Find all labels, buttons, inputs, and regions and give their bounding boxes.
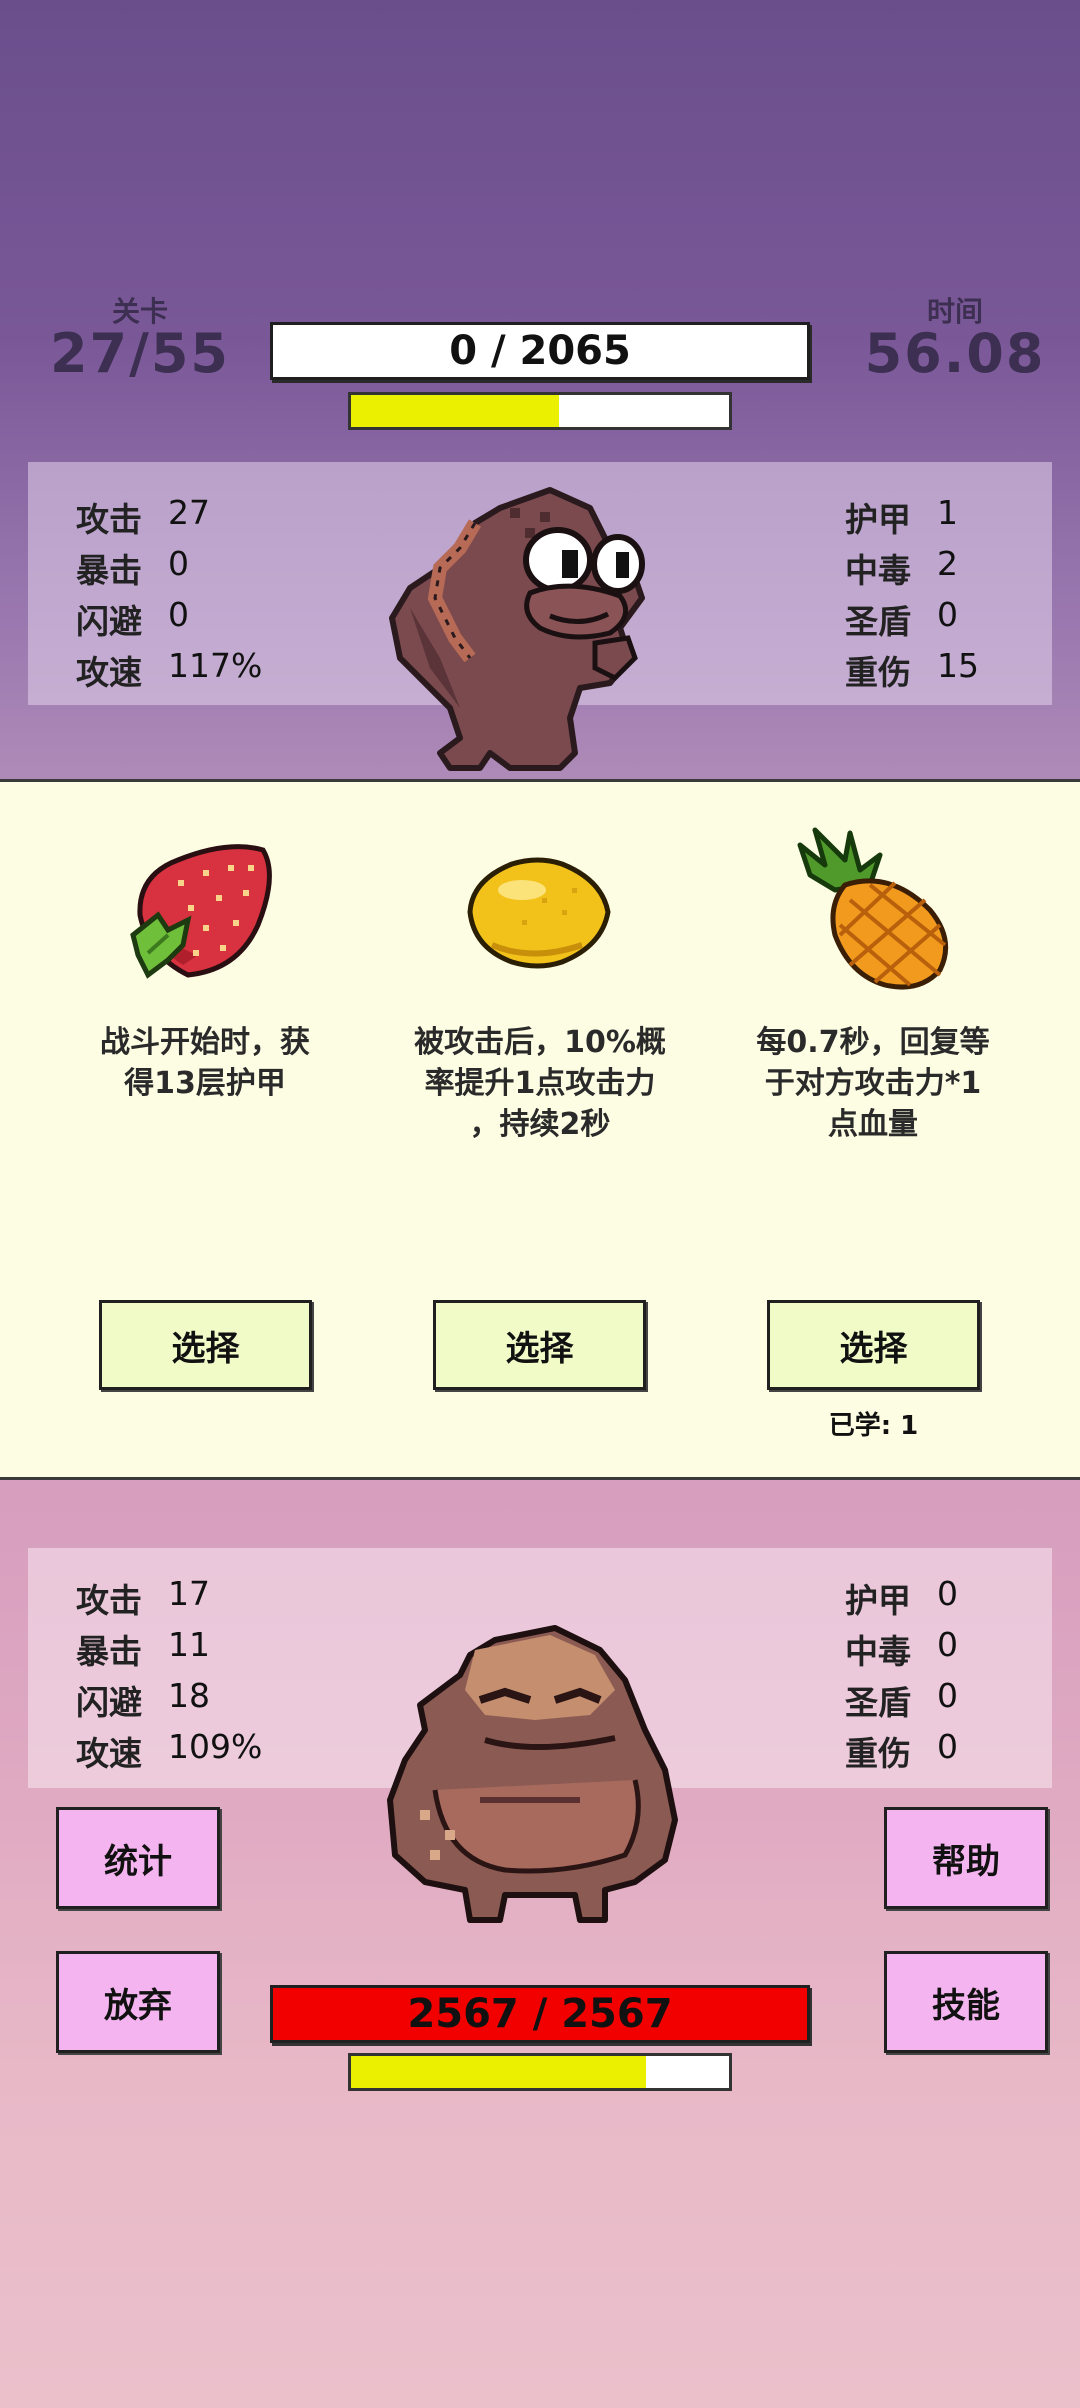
stat-value: 0 — [937, 1727, 958, 1766]
player-stat-speed: 攻速 109% — [76, 1727, 262, 1775]
player-stat-armor: 护甲 0 — [845, 1574, 958, 1622]
lemon-icon — [467, 857, 611, 969]
desc-line: ，持续2秒 — [469, 1107, 611, 1142]
enemy-stat-crit: 暴击 0 — [76, 544, 189, 592]
enemy-stat-speed: 攻速 117% — [76, 646, 262, 694]
pineapple-icon — [797, 827, 949, 990]
stat-label: 重伤 — [845, 653, 911, 692]
stat-value: 0 — [168, 544, 189, 583]
stat-label: 攻速 — [76, 1734, 142, 1773]
desc-line: 每0.7秒，回复等 — [756, 1025, 990, 1060]
enemy-stat-wound: 重伤 15 — [845, 646, 979, 694]
stat-label: 攻击 — [76, 500, 142, 539]
card-3-learned-count: 已学: 1 — [828, 1411, 919, 1441]
stat-value: 1 — [937, 493, 958, 532]
stat-value: 0 — [937, 595, 958, 634]
desc-line: 点血量 — [828, 1107, 918, 1142]
enemy-stat-poison: 中毒 2 — [845, 544, 958, 592]
level-value: 27/55 — [49, 322, 230, 385]
select-card-3-button[interactable]: 选择 — [767, 1300, 980, 1390]
player-stat-shield: 圣盾 0 — [845, 1676, 958, 1724]
stat-label: 暴击 — [76, 1632, 142, 1671]
stat-label: 攻速 — [76, 653, 142, 692]
player-stat-wound: 重伤 0 — [845, 1727, 958, 1775]
card-3-description: 每0.7秒，回复等 于对方攻击力*1 点血量 — [728, 1022, 1018, 1145]
stat-value: 117% — [168, 646, 263, 685]
enemy-stat-attack: 攻击 27 — [76, 493, 210, 541]
time-value: 56.08 — [864, 322, 1046, 385]
player-hp-bar: 2567 / 2567 — [270, 1985, 810, 2043]
desc-line: 率提升1点攻击力 — [424, 1066, 656, 1101]
stat-label: 重伤 — [845, 1734, 911, 1773]
stat-label: 攻击 — [76, 1581, 142, 1620]
desc-line: 得13层护甲 — [124, 1066, 286, 1101]
enemy-attack-timer-bar — [348, 392, 732, 430]
enemy-attack-timer-fill — [351, 395, 559, 427]
stats-button[interactable]: 统计 — [56, 1807, 220, 1909]
enemy-stat-dodge: 闪避 0 — [76, 595, 189, 643]
desc-line: 于对方攻击力*1 — [764, 1066, 982, 1101]
card-2-description: 被攻击后，10%概 率提升1点攻击力 ，持续2秒 — [395, 1022, 685, 1145]
enemy-stat-shield: 圣盾 0 — [845, 595, 958, 643]
stat-label: 闪避 — [76, 602, 142, 641]
strawberry-icon — [130, 844, 272, 979]
stat-value: 109% — [168, 1727, 263, 1766]
stat-label: 圣盾 — [845, 602, 911, 641]
select-card-2-button[interactable]: 选择 — [433, 1300, 646, 1390]
stat-value: 0 — [937, 1625, 958, 1664]
stat-value: 2 — [937, 544, 958, 583]
player-hp-text: 2567 / 2567 — [407, 1991, 673, 2037]
desc-line: 被攻击后，10%概 — [414, 1025, 666, 1060]
select-card-1-button[interactable]: 选择 — [99, 1300, 312, 1390]
stat-label: 闪避 — [76, 1683, 142, 1722]
player-stat-poison: 中毒 0 — [845, 1625, 958, 1673]
stat-value: 15 — [937, 646, 979, 685]
player-attack-timer-fill — [351, 2056, 646, 2088]
give-up-button[interactable]: 放弃 — [56, 1951, 220, 2053]
stat-label: 中毒 — [845, 1632, 911, 1671]
stat-label: 护甲 — [845, 500, 911, 539]
stat-value: 27 — [168, 493, 210, 532]
stat-value: 0 — [937, 1676, 958, 1715]
stat-label: 护甲 — [845, 1581, 911, 1620]
player-stat-attack: 攻击 17 — [76, 1574, 210, 1622]
stat-value: 17 — [168, 1574, 210, 1613]
stat-label: 中毒 — [845, 551, 911, 590]
help-button[interactable]: 帮助 — [884, 1807, 1048, 1909]
enemy-dinosaur-sprite — [389, 487, 645, 771]
stat-label: 暴击 — [76, 551, 142, 590]
stat-value: 0 — [937, 1574, 958, 1613]
stat-label: 圣盾 — [845, 1683, 911, 1722]
skills-button[interactable]: 技能 — [884, 1951, 1048, 2053]
desc-line: 战斗开始时，获 — [100, 1025, 310, 1060]
player-attack-timer-bar — [348, 2053, 732, 2091]
card-1-description: 战斗开始时，获 得13层护甲 — [60, 1022, 350, 1104]
enemy-progress-text: 0 / 2065 — [449, 328, 631, 374]
stat-value: 11 — [168, 1625, 210, 1664]
player-stat-crit: 暴击 11 — [76, 1625, 210, 1673]
player-toad-sprite — [387, 1625, 678, 1923]
enemy-progress-bar: 0 / 2065 — [270, 322, 810, 380]
stat-value: 18 — [168, 1676, 210, 1715]
enemy-stat-armor: 护甲 1 — [845, 493, 958, 541]
stat-value: 0 — [168, 595, 189, 634]
player-stat-dodge: 闪避 18 — [76, 1676, 210, 1724]
